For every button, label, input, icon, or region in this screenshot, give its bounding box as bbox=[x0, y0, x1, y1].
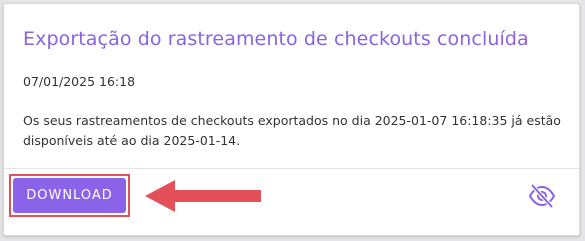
notification-title: Exportação do rastreamento de checkouts … bbox=[23, 28, 529, 50]
arrow-left-icon bbox=[145, 180, 261, 212]
notification-message: Os seus rastreamentos de checkouts expor… bbox=[23, 113, 561, 148]
card-divider bbox=[4, 168, 579, 169]
notification-datetime: 07/01/2025 16:18 bbox=[23, 74, 136, 89]
download-button[interactable]: DOWNLOAD bbox=[13, 178, 126, 213]
eye-off-icon[interactable] bbox=[527, 181, 557, 211]
